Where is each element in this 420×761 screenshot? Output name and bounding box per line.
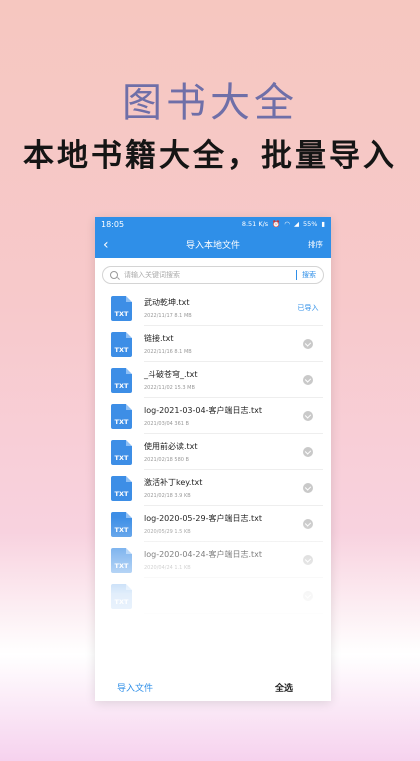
file-info: 激活补丁key.txt 2021/02/18 3.9 KB xyxy=(144,470,293,506)
file-meta: 2022/11/17 8.1 MB xyxy=(144,312,192,319)
file-info: log-2021-03-04-客户端日志.txt 2021/03/04 361 B xyxy=(144,398,293,434)
file-type-label: TXT xyxy=(114,453,129,462)
file-meta: 2022/11/16 8.1 MB xyxy=(144,348,192,355)
file-status xyxy=(293,434,323,470)
sort-button[interactable]: 排序 xyxy=(303,239,323,250)
file-meta: 2021/02/18 3.9 KB xyxy=(144,492,191,499)
select-all-button[interactable]: 全选 xyxy=(275,681,293,694)
txt-file-icon: TXT xyxy=(111,367,132,393)
search-button[interactable]: 搜索 xyxy=(302,270,316,280)
file-meta: 2021/03/04 361 B xyxy=(144,420,189,427)
file-name: 武动乾坤.txt xyxy=(144,297,190,307)
txt-file-icon: TXT xyxy=(111,295,132,321)
file-row[interactable]: TXT 链接.txt 2022/11/16 8.1 MB xyxy=(95,326,331,362)
file-name: _斗破苍穹_.txt xyxy=(144,369,198,379)
file-info: 链接.txt 2022/11/16 8.1 MB xyxy=(144,326,293,362)
search-divider xyxy=(296,270,297,280)
chevron-left-icon[interactable]: ‹ xyxy=(103,237,123,253)
file-meta: 2021/02/18 580 B xyxy=(144,456,189,463)
file-meta: 2022/11/02 15.3 MB xyxy=(144,384,195,391)
check-circle-icon[interactable] xyxy=(303,410,313,421)
file-type-label: TXT xyxy=(114,345,129,354)
file-info: 武动乾坤.txt 2022/11/17 8.1 MB xyxy=(144,290,293,326)
file-row[interactable]: TXT log-2021-03-04-客户端日志.txt 2021/03/04 36… xyxy=(95,398,331,434)
import-files-button[interactable]: 导入文件 xyxy=(117,681,153,694)
file-type-label: TXT xyxy=(114,489,129,498)
file-name: 激活补丁key.txt xyxy=(144,477,203,487)
signal-icon: ◢ xyxy=(293,220,299,228)
status-time: 18:05 xyxy=(101,219,125,229)
file-name: 使用前必读.txt xyxy=(144,441,198,451)
file-status xyxy=(293,362,323,398)
status-indicators: 8.51 K/s ⏰ ◠ ◢ 55% ▮ xyxy=(242,220,325,228)
check-circle-icon[interactable] xyxy=(303,374,313,385)
list-fade-overlay xyxy=(95,517,331,657)
alarm-icon: ⏰ xyxy=(272,220,281,228)
wifi-icon: ◠ xyxy=(284,220,290,228)
phone-screen: 18:05 8.51 K/s ⏰ ◠ ◢ 55% ▮ ‹ 导入本地文件 排序 请… xyxy=(95,217,331,701)
file-status xyxy=(293,398,323,434)
search-input[interactable]: 请输入关键词搜索 xyxy=(124,270,291,280)
battery-icon: ▮ xyxy=(321,220,325,228)
file-name: 链接.txt xyxy=(144,333,174,343)
search-icon xyxy=(110,271,118,279)
file-type-label: TXT xyxy=(114,381,129,390)
file-row[interactable]: TXT 使用前必读.txt 2021/02/18 580 B xyxy=(95,434,331,470)
search-bar: 请输入关键词搜索 搜索 xyxy=(102,266,324,284)
file-info: 使用前必读.txt 2021/02/18 580 B xyxy=(144,434,293,470)
network-speed: 8.51 K/s xyxy=(241,220,269,228)
txt-file-icon: TXT xyxy=(111,439,132,465)
txt-file-icon: TXT xyxy=(111,331,132,357)
status-bar: 18:05 8.51 K/s ⏰ ◠ ◢ 55% ▮ xyxy=(95,217,331,231)
check-circle-icon[interactable] xyxy=(303,482,313,493)
file-type-label: TXT xyxy=(114,309,129,318)
promo-subtitle: 本地书籍大全，批量导入 xyxy=(23,138,397,174)
file-type-label: TXT xyxy=(114,417,129,426)
file-status: 已导入 xyxy=(293,290,323,326)
file-row[interactable]: TXT _斗破苍穹_.txt 2022/11/02 15.3 MB xyxy=(95,362,331,398)
file-status xyxy=(293,326,323,362)
nav-bar: ‹ 导入本地文件 排序 xyxy=(95,231,331,258)
check-circle-icon[interactable] xyxy=(303,446,313,457)
file-name: log-2021-03-04-客户端日志.txt xyxy=(144,405,263,415)
file-info: _斗破苍穹_.txt 2022/11/02 15.3 MB xyxy=(144,362,293,398)
check-circle-icon[interactable] xyxy=(303,338,313,349)
imported-label: 已导入 xyxy=(297,303,319,312)
file-row[interactable]: TXT 激活补丁key.txt 2021/02/18 3.9 KB xyxy=(95,470,331,506)
file-status xyxy=(293,470,323,506)
bottom-action-bar: 导入文件 全选 xyxy=(95,673,331,701)
battery-level: 55% xyxy=(302,220,318,228)
txt-file-icon: TXT xyxy=(111,403,132,429)
txt-file-icon: TXT xyxy=(111,475,132,501)
page-title: 导入本地文件 xyxy=(185,241,240,251)
promo-title: 图书大全 xyxy=(122,80,298,126)
file-row[interactable]: TXT 武动乾坤.txt 2022/11/17 8.1 MB 已导入 xyxy=(95,290,331,326)
